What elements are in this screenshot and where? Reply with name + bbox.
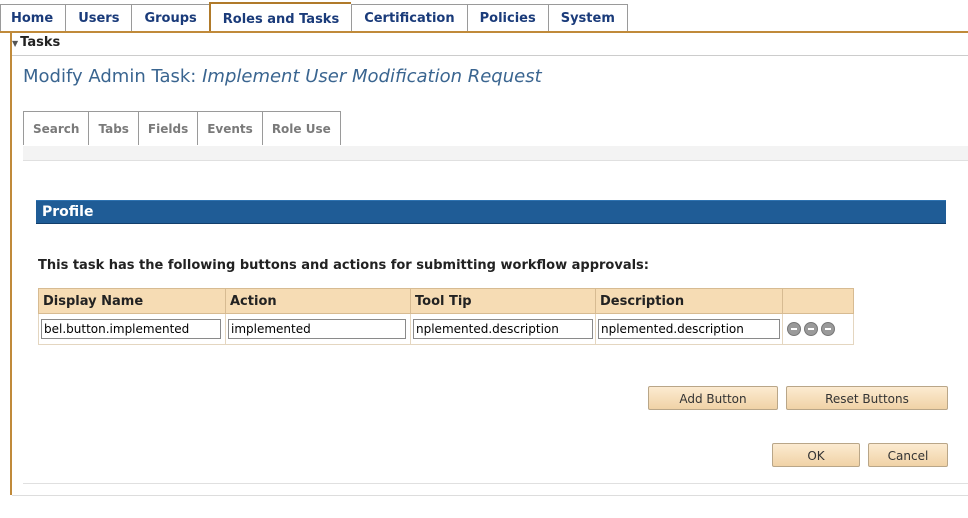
buttons-table: Display Name Action Tool Tip Description: [38, 288, 854, 345]
action-input[interactable]: [228, 319, 406, 339]
section-label: Tasks: [20, 35, 61, 50]
top-tab-bar: Home Users Groups Roles and Tasks Certif…: [0, 2, 628, 33]
profile-header-bar: Profile: [36, 200, 946, 224]
subtab-role-use[interactable]: Role Use: [261, 111, 341, 145]
tab-roles-and-tasks[interactable]: Roles and Tasks: [208, 2, 352, 31]
bottom-divider: [12, 495, 968, 496]
remove-icon[interactable]: [804, 322, 818, 336]
tab-certification[interactable]: Certification: [351, 4, 467, 31]
tab-groups[interactable]: Groups: [131, 4, 209, 31]
tasks-section-toggle[interactable]: ▼ Tasks: [12, 35, 60, 50]
subtab-tabs[interactable]: Tabs: [88, 111, 138, 145]
col-header-action: Action: [225, 288, 411, 314]
add-button[interactable]: Add Button: [648, 386, 778, 410]
col-header-description: Description: [595, 288, 783, 314]
table-header-row: Display Name Action Tool Tip Description: [38, 288, 854, 314]
page-title-prefix: Modify Admin Task:: [23, 66, 197, 87]
display-name-input[interactable]: [41, 319, 221, 339]
profile-header-label: Profile: [42, 204, 94, 220]
subtab-fields[interactable]: Fields: [137, 111, 198, 145]
remove-icon[interactable]: [821, 322, 835, 336]
divider: [12, 55, 968, 56]
tab-users[interactable]: Users: [65, 4, 132, 31]
cancel-button[interactable]: Cancel: [868, 443, 948, 467]
table-row: [38, 313, 854, 345]
tool-tip-input[interactable]: [413, 319, 593, 339]
page-title-task-name: Implement User Modification Request: [202, 66, 542, 87]
tab-underline: [0, 31, 968, 33]
description-input[interactable]: [598, 319, 780, 339]
panel-top-band: [23, 146, 968, 160]
collapse-triangle-icon: ▼: [12, 39, 19, 48]
subtab-events[interactable]: Events: [197, 111, 262, 145]
tab-policies[interactable]: Policies: [466, 4, 548, 31]
buttons-description: This task has the following buttons and …: [38, 258, 649, 273]
col-header-actions: [782, 288, 854, 314]
sub-tab-bar: Search Tabs Fields Events Role Use: [23, 111, 341, 145]
col-header-display-name: Display Name: [38, 288, 226, 314]
ok-button[interactable]: OK: [772, 443, 860, 467]
frame-left-border: [10, 33, 12, 495]
tab-home[interactable]: Home: [0, 4, 66, 31]
subtab-search[interactable]: Search: [23, 111, 89, 145]
page-title: Modify Admin Task: Implement User Modifi…: [23, 66, 542, 87]
tab-system[interactable]: System: [547, 4, 628, 31]
remove-icon[interactable]: [787, 322, 801, 336]
col-header-tool-tip: Tool Tip: [410, 288, 596, 314]
reset-buttons-button[interactable]: Reset Buttons: [786, 386, 948, 410]
